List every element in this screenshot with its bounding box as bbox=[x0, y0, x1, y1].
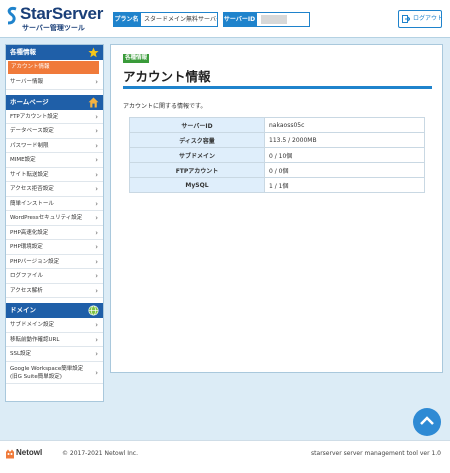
sidebar-item-easy-install[interactable]: 簡単インストール › bbox=[6, 197, 103, 211]
sidebar-item-php-speedup[interactable]: PHP高速化設定 › bbox=[6, 226, 103, 240]
server-id-label: サーバーID bbox=[223, 12, 256, 27]
sidebar-item-php-env[interactable]: PHP環境設定 › bbox=[6, 240, 103, 255]
page-description: アカウントに関する情報です。 bbox=[123, 103, 207, 110]
chevron-right-icon: › bbox=[95, 228, 98, 237]
sidebar-section-info: 各種情報 bbox=[6, 45, 103, 60]
house-icon bbox=[88, 97, 99, 107]
chevron-right-icon: › bbox=[95, 170, 98, 179]
chevron-right-icon: › bbox=[95, 350, 98, 358]
title-divider bbox=[123, 86, 432, 89]
copyright-text: © 2017-2021 Netowl Inc. bbox=[62, 450, 138, 457]
sidebar-item-site-redirect[interactable]: サイト転送設定 › bbox=[6, 168, 103, 182]
globe-icon bbox=[88, 305, 99, 316]
chevron-right-icon: › bbox=[95, 368, 98, 377]
page-title: アカウント情報 bbox=[123, 69, 211, 84]
header: StarServer サーバー管理ツール プラン名 スタードメイン無料サーバー … bbox=[0, 0, 450, 38]
table-row: サブドメイン 0 / 10個 bbox=[129, 147, 425, 163]
redacted-value bbox=[261, 15, 287, 24]
sidebar-item-pre-transfer-url[interactable]: 移転前動作確認URL › bbox=[6, 333, 103, 347]
chevron-right-icon: › bbox=[95, 335, 98, 344]
sidebar-item-mime[interactable]: MIME設定 › bbox=[6, 153, 103, 168]
sidebar-item-ssl[interactable]: SSL設定 › bbox=[6, 347, 103, 362]
chevron-right-icon: › bbox=[95, 272, 98, 280]
netowl-logo[interactable]: Netowl bbox=[5, 448, 53, 460]
chevron-right-icon: › bbox=[95, 214, 98, 222]
version-text: starserver server management tool ver 1.… bbox=[311, 450, 441, 457]
section-title: 各種情報 bbox=[10, 48, 36, 56]
logout-label: ログアウト bbox=[413, 15, 444, 22]
chevron-right-icon: › bbox=[95, 243, 98, 251]
star-icon bbox=[88, 47, 99, 58]
starserver-logo[interactable]: StarServer サーバー管理ツール bbox=[6, 4, 106, 34]
chevron-up-icon bbox=[420, 416, 434, 425]
account-info-table: サーバーID nakaoss05c ディスク容量 113.5 / 2000MB … bbox=[129, 117, 425, 193]
chevron-right-icon: › bbox=[95, 185, 98, 193]
chevron-right-icon: › bbox=[95, 112, 98, 121]
chevron-right-icon: › bbox=[95, 156, 98, 164]
section-title: ホームページ bbox=[10, 97, 49, 106]
plan-label: プラン名 bbox=[113, 12, 140, 27]
sidebar-item-database[interactable]: データベース設定 › bbox=[6, 124, 103, 139]
row-label: MySQL bbox=[129, 177, 265, 193]
server-id-value bbox=[256, 12, 310, 27]
footer: Netowl © 2017-2021 Netowl Inc. starserve… bbox=[0, 440, 450, 473]
chevron-right-icon: › bbox=[95, 127, 98, 135]
sidebar-item-ftp-account[interactable]: FTPアカウント設定 › bbox=[6, 110, 103, 124]
chevron-right-icon: › bbox=[95, 257, 98, 266]
row-value: 1 / 1個 bbox=[264, 177, 425, 193]
category-badge: 各種情報 bbox=[123, 54, 150, 63]
row-value: 0 / 10個 bbox=[264, 147, 425, 163]
chevron-right-icon: › bbox=[95, 199, 98, 208]
table-row: FTPアカウント 0 / 0個 bbox=[129, 162, 425, 178]
sidebar-section-homepage: ホームページ bbox=[6, 94, 103, 110]
plan-value: スタードメイン無料サーバー bbox=[140, 12, 218, 27]
table-row: サーバーID nakaoss05c bbox=[129, 117, 425, 133]
row-value: 113.5 / 2000MB bbox=[264, 132, 425, 148]
chevron-right-icon: › bbox=[95, 286, 98, 295]
logo-mark-icon bbox=[7, 7, 17, 25]
chevron-right-icon: › bbox=[95, 141, 98, 150]
scroll-to-top-button[interactable] bbox=[413, 408, 441, 436]
sidebar-item-server-info[interactable]: サーバー情報 › bbox=[6, 75, 103, 90]
table-row: MySQL 1 / 1個 bbox=[129, 177, 425, 193]
sidebar: 各種情報 アカウント情報 サーバー情報 › ホームページ FTPアカウント設定 › … bbox=[5, 44, 104, 402]
row-label: サブドメイン bbox=[129, 147, 265, 163]
row-value: nakaoss05c bbox=[264, 117, 425, 133]
row-label: FTPアカウント bbox=[129, 162, 265, 178]
logout-button[interactable]: ログアウト bbox=[398, 10, 444, 28]
logo-subtitle: サーバー管理ツール bbox=[22, 24, 85, 32]
section-title: ドメイン bbox=[10, 306, 36, 314]
table-row: ディスク容量 113.5 / 2000MB bbox=[129, 132, 425, 148]
sidebar-item-account-info[interactable]: アカウント情報 bbox=[8, 61, 99, 74]
row-label: サーバーID bbox=[129, 117, 265, 133]
sidebar-item-access-analytics[interactable]: アクセス解析 › bbox=[6, 284, 103, 298]
sidebar-item-google-workspace[interactable]: Google Workspace簡単設定 (旧G Suite簡単設定) › bbox=[6, 362, 103, 384]
sidebar-item-access-deny[interactable]: アクセス拒否設定 › bbox=[6, 182, 103, 197]
main-panel: 各種情報 アカウント情報 アカウントに関する情報です。 サーバーID nakao… bbox=[110, 44, 443, 373]
sidebar-item-wordpress-security[interactable]: WordPressセキュリティ設定 › bbox=[6, 211, 103, 226]
sidebar-item-log-file[interactable]: ログファイル › bbox=[6, 269, 103, 284]
chevron-right-icon: › bbox=[95, 78, 98, 86]
sidebar-item-password-limit[interactable]: パスワード制限 › bbox=[6, 139, 103, 153]
row-label: ディスク容量 bbox=[129, 132, 265, 148]
sidebar-item-php-version[interactable]: PHPバージョン設定 › bbox=[6, 255, 103, 269]
sidebar-section-domain: ドメイン bbox=[6, 303, 103, 318]
row-value: 0 / 0個 bbox=[264, 162, 425, 178]
chevron-right-icon: › bbox=[95, 321, 98, 329]
sidebar-item-subdomain[interactable]: サブドメイン設定 › bbox=[6, 318, 103, 333]
logo-text: StarServer bbox=[20, 4, 104, 23]
owl-icon bbox=[6, 449, 14, 459]
logout-icon bbox=[402, 15, 410, 23]
footer-brand: Netowl bbox=[16, 448, 43, 457]
